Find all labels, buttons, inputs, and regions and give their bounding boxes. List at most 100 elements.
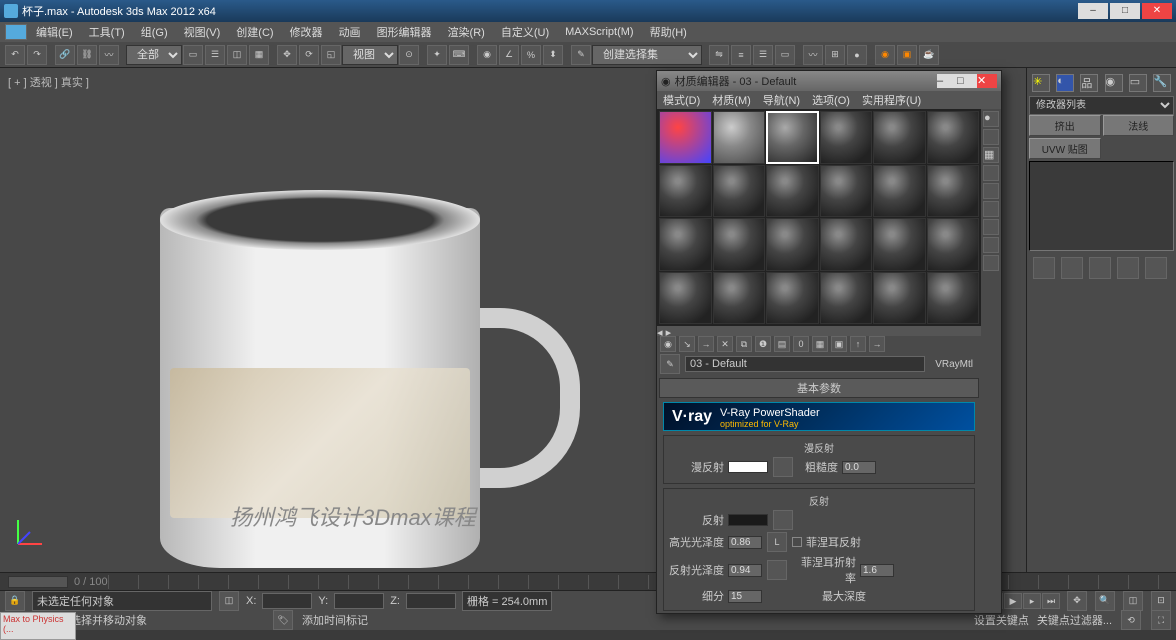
background-icon[interactable]: ▦: [983, 147, 999, 163]
sample-slot[interactable]: [873, 111, 926, 164]
move-icon[interactable]: ✥: [277, 45, 297, 65]
menu-view[interactable]: 视图(V): [176, 24, 229, 40]
menu-tools[interactable]: 工具(T): [81, 24, 133, 40]
redo-icon[interactable]: ↷: [27, 45, 47, 65]
mirror-icon[interactable]: ⇋: [709, 45, 729, 65]
reflect-map-button[interactable]: [773, 510, 793, 530]
roughness-spinner[interactable]: [842, 461, 876, 474]
menu-group[interactable]: 组(G): [133, 24, 176, 40]
angle-snap-icon[interactable]: ∠: [499, 45, 519, 65]
hilight-lock-icon[interactable]: L: [767, 532, 787, 552]
put-to-scene-icon[interactable]: ↘: [679, 336, 695, 352]
render-setup-icon[interactable]: ◉: [875, 45, 895, 65]
diffuse-map-button[interactable]: [773, 457, 793, 477]
undo-icon[interactable]: ↶: [5, 45, 25, 65]
menu-help[interactable]: 帮助(H): [642, 24, 695, 40]
time-slider-thumb[interactable]: [8, 576, 68, 588]
refl-gloss-spinner[interactable]: [728, 564, 762, 577]
maximize-vp-icon[interactable]: ⛶: [1151, 610, 1171, 630]
options-icon[interactable]: [983, 219, 999, 235]
maxscript-listener[interactable]: Max to Physics (...: [0, 612, 76, 640]
make-unique-mat-icon[interactable]: ❶: [755, 336, 771, 352]
show-end-icon[interactable]: ▣: [831, 336, 847, 352]
make-copy-icon[interactable]: ⧉: [736, 336, 752, 352]
minimize-button[interactable]: –: [1078, 3, 1108, 19]
me-menu-navigate[interactable]: 导航(N): [757, 92, 806, 108]
pan-view-icon[interactable]: ✥: [1067, 591, 1087, 611]
menu-render[interactable]: 渲染(R): [440, 24, 493, 40]
x-input[interactable]: [262, 593, 312, 609]
keyfilter-button[interactable]: 关键点过滤器...: [1037, 612, 1112, 628]
go-parent-icon[interactable]: ↑: [850, 336, 866, 352]
sample-slot[interactable]: [713, 111, 766, 164]
timetag-icon[interactable]: 🏷: [273, 610, 293, 630]
sample-slot[interactable]: [873, 165, 926, 218]
selection-filter-dropdown[interactable]: 全部: [126, 45, 182, 65]
editnamedsel-icon[interactable]: ✎: [571, 45, 591, 65]
sample-slot[interactable]: [659, 272, 712, 325]
diffuse-color-swatch[interactable]: [728, 461, 768, 473]
normal-button[interactable]: 法线: [1103, 115, 1175, 136]
select-name-icon[interactable]: ☰: [205, 45, 225, 65]
rotate-icon[interactable]: ⟳: [299, 45, 319, 65]
zoom-icon[interactable]: 🔍: [1095, 591, 1115, 611]
mtl-map-nav-icon[interactable]: [983, 255, 999, 271]
app-menu-icon[interactable]: [5, 24, 27, 40]
viewport-label[interactable]: [ + ] 透视 ] 真实 ]: [8, 74, 89, 90]
manip-icon[interactable]: ✦: [427, 45, 447, 65]
sample-slot[interactable]: [927, 111, 980, 164]
material-name-input[interactable]: [685, 356, 925, 372]
reset-map-icon[interactable]: ✕: [717, 336, 733, 352]
isolate-icon[interactable]: ◫: [219, 591, 239, 611]
sample-slot[interactable]: [659, 111, 712, 164]
me-menu-options[interactable]: 选项(O): [806, 92, 856, 108]
curve-editor-icon[interactable]: 〰: [803, 45, 823, 65]
rollout-basic-params[interactable]: 基本参数: [659, 378, 979, 398]
material-editor-icon[interactable]: ●: [847, 45, 867, 65]
modify-tab-icon[interactable]: ◐: [1056, 74, 1074, 92]
add-time-tag[interactable]: 添加时间标记: [302, 612, 368, 628]
setkey-button[interactable]: 设置关键点: [974, 612, 1029, 628]
matid-icon[interactable]: 0: [793, 336, 809, 352]
sample-slot[interactable]: [927, 218, 980, 271]
hilight-gloss-spinner[interactable]: [728, 536, 762, 549]
get-material-icon[interactable]: ◉: [660, 336, 676, 352]
named-selection-dropdown[interactable]: 创建选择集: [592, 45, 702, 65]
ribbon-icon[interactable]: ▭: [775, 45, 795, 65]
play-icon[interactable]: ▶: [1004, 593, 1022, 609]
menu-maxscript[interactable]: MAXScript(M): [557, 26, 641, 38]
sample-slot[interactable]: [766, 218, 819, 271]
me-menu-utilities[interactable]: 实用程序(U): [856, 92, 927, 108]
sample-slot[interactable]: [873, 218, 926, 271]
sample-type-icon[interactable]: ●: [983, 111, 999, 127]
align-icon[interactable]: ≡: [731, 45, 751, 65]
put-to-lib-icon[interactable]: ▤: [774, 336, 790, 352]
schematic-icon[interactable]: ⊞: [825, 45, 845, 65]
sample-slot[interactable]: [766, 165, 819, 218]
sample-slot[interactable]: [820, 218, 873, 271]
snap-icon[interactable]: ◉: [477, 45, 497, 65]
make-unique-icon[interactable]: [1089, 257, 1111, 279]
slot-scrollbar[interactable]: ◂ ▸: [657, 326, 981, 336]
sample-uv-icon[interactable]: [983, 165, 999, 181]
window-crossing-icon[interactable]: ▦: [249, 45, 269, 65]
material-type-button[interactable]: VRayMtl: [929, 359, 979, 370]
render-frame-icon[interactable]: ▣: [897, 45, 917, 65]
percent-snap-icon[interactable]: %: [521, 45, 541, 65]
refcoord-dropdown[interactable]: 视图: [342, 45, 398, 65]
lock-selection-icon[interactable]: 🔒: [5, 591, 25, 611]
show-end-result-icon[interactable]: [1061, 257, 1083, 279]
sample-slot[interactable]: [873, 272, 926, 325]
next-frame-icon[interactable]: ▸: [1023, 593, 1041, 609]
bind-space-warp-icon[interactable]: 〰: [99, 45, 119, 65]
menu-edit[interactable]: 编辑(E): [28, 24, 81, 40]
remove-modifier-icon[interactable]: [1117, 257, 1139, 279]
fresnel-ior-spinner[interactable]: [860, 564, 894, 577]
pivot-icon[interactable]: ⊙: [399, 45, 419, 65]
extrude-button[interactable]: 挤出: [1029, 115, 1101, 136]
close-button[interactable]: ✕: [1142, 3, 1172, 19]
y-input[interactable]: [334, 593, 384, 609]
menu-create[interactable]: 创建(C): [228, 24, 281, 40]
refl-gloss-map-button[interactable]: [767, 560, 787, 580]
menu-grapheditor[interactable]: 图形编辑器: [369, 24, 440, 40]
